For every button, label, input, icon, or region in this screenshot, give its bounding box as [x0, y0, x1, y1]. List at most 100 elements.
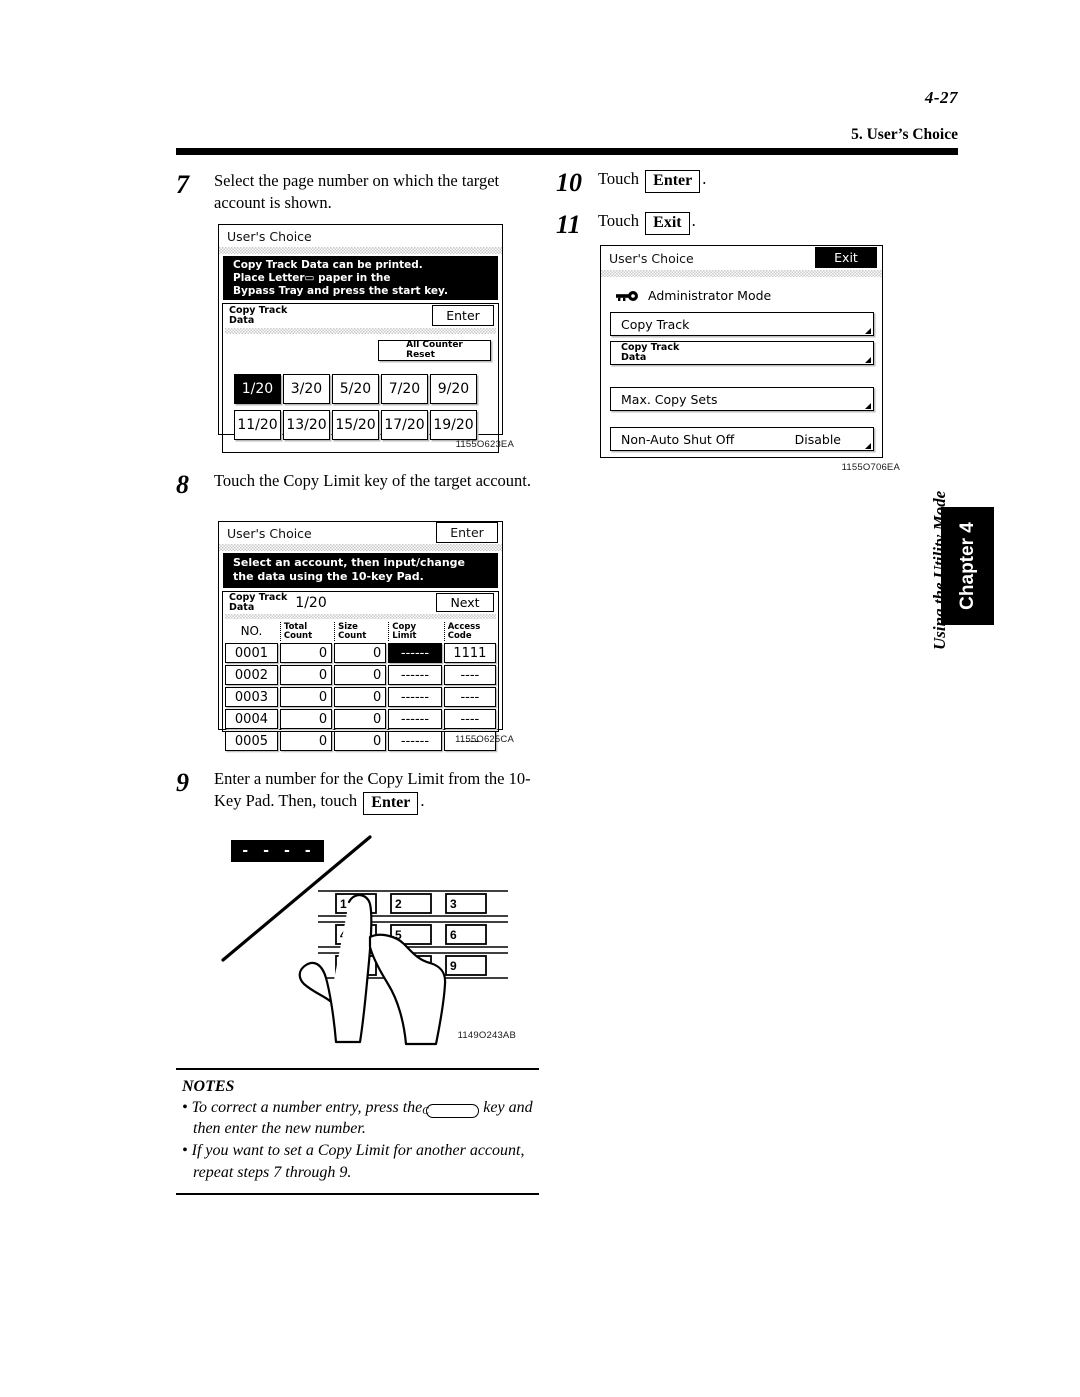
lcd-title: User's Choice	[227, 228, 312, 244]
exit-key-inline[interactable]: Exit	[645, 212, 690, 235]
corner-marker	[865, 403, 871, 409]
page-key-9-20[interactable]: 9/20	[430, 374, 477, 405]
lcd-section-header: Copy Track Data Enter	[223, 304, 498, 328]
note-1-before: To correct a number entry, press the	[191, 1098, 423, 1116]
page-key-11-20[interactable]: 11/20	[234, 410, 281, 441]
lcd-section-header: Copy Track Data 1/20 Next	[223, 592, 498, 614]
list-item-label: Non-Auto Shut Off	[621, 431, 735, 447]
cell-size-count[interactable]: 0	[334, 643, 387, 664]
step-10-text-after: .	[702, 169, 707, 188]
keypad-key-3: 3	[450, 897, 457, 911]
step-9-text: Enter a number for the Copy Limit from t…	[214, 768, 549, 816]
lcd-title: User's Choice	[227, 525, 312, 541]
section-divider	[225, 613, 496, 619]
step-7-text: Select the page number on which the targ…	[214, 171, 500, 213]
all-counter-reset-button[interactable]: All Counter Reset	[378, 340, 491, 362]
page-key-13-20[interactable]: 13/20	[283, 410, 330, 441]
figure-copy-track-pages: User's Choice Copy Track Data can be pri…	[218, 224, 514, 454]
chapter-subtitle: Using the Utility Mode	[930, 490, 949, 650]
key-icon	[616, 290, 638, 301]
figure-keypad: - - - - 1 2 3 5 6 9 1149O243AB	[218, 832, 518, 1047]
keypad-key-1: 1	[340, 897, 347, 911]
lcd-title: User's Choice	[609, 250, 694, 266]
notes-bottom-rule	[176, 1192, 539, 1195]
figure-code: 1155O625CA	[455, 734, 514, 745]
list-item-value: Disable	[794, 431, 841, 447]
table-row: 0002 0 0 ------ ----	[225, 665, 496, 686]
table-header-row: NO. Total Count Size Count Copy Limit Ac…	[225, 621, 496, 642]
cell-no[interactable]: 0005	[225, 731, 278, 752]
page-key-17-20[interactable]: 17/20	[381, 410, 428, 441]
lcd-titlebar: User's Choice Enter	[219, 522, 502, 544]
note-item-1: • To correct a number entry, press the C…	[182, 1098, 533, 1138]
cell-total-count[interactable]: 0	[279, 687, 333, 708]
lcd-titlebar: User's Choice	[219, 225, 502, 247]
lcd-content-panel: Copy Track Data Enter All Counter Reset …	[222, 303, 499, 454]
cell-copy-limit[interactable]: ------	[388, 709, 442, 730]
step-11-text-before: Touch	[598, 211, 640, 230]
corner-marker	[865, 357, 871, 363]
cell-copy-limit[interactable]: ------	[388, 665, 442, 686]
page-key-15-20[interactable]: 15/20	[332, 410, 379, 441]
lcd-message-line-3: Bypass Tray and press the start key.	[233, 284, 448, 297]
next-button[interactable]: Next	[436, 592, 494, 612]
clear-key-icon[interactable]: C	[422, 1103, 480, 1118]
col-copy-limit: Copy Limit	[388, 621, 441, 642]
cell-size-count[interactable]: 0	[334, 709, 387, 730]
cell-access-code[interactable]: ----	[443, 665, 496, 686]
cell-access-code[interactable]: ----	[443, 709, 496, 730]
section-divider	[225, 328, 496, 335]
keypad-illustration: 1 2 3 4 5 6 7 9	[221, 835, 508, 1046]
administrator-mode-label: Administrator Mode	[648, 288, 772, 303]
administrator-mode-row: Administrator Mode	[615, 288, 882, 303]
cell-no[interactable]: 0001	[225, 643, 278, 664]
col-access-code: Access Code	[443, 621, 496, 642]
manual-page: 4-27 5. User’s Choice 7 Select the page …	[0, 0, 1080, 1397]
cell-total-count[interactable]: 0	[279, 709, 333, 730]
page-key-3-20[interactable]: 3/20	[283, 374, 330, 405]
cell-size-count[interactable]: 0	[334, 731, 387, 752]
list-item-max-copy-sets[interactable]: Max. Copy Sets	[610, 387, 874, 411]
page-key-1-20[interactable]: 1/20	[234, 374, 281, 405]
enter-key-inline[interactable]: Enter	[645, 170, 701, 193]
exit-button[interactable]: Exit	[815, 247, 877, 268]
page-key-19-20[interactable]: 19/20	[430, 410, 477, 441]
page-key-5-20[interactable]: 5/20	[332, 374, 379, 405]
list-item-copy-track-data[interactable]: Copy Track Data	[610, 341, 874, 365]
cell-no[interactable]: 0003	[225, 687, 278, 708]
cell-no[interactable]: 0002	[225, 665, 278, 686]
cell-access-code[interactable]: 1111	[443, 643, 496, 664]
table-row: 0004 0 0 ------ ----	[225, 709, 496, 730]
enter-button[interactable]: Enter	[432, 305, 494, 327]
page-number: 4-27	[924, 88, 958, 107]
figure-admin-mode: User's Choice Exit Administrator Mode Co…	[600, 245, 900, 473]
keypad-key-9: 9	[450, 959, 457, 973]
page-indicator: 1/20	[295, 594, 327, 611]
cell-total-count[interactable]: 0	[279, 643, 333, 664]
list-item-label: Max. Copy Sets	[621, 391, 718, 407]
cell-total-count[interactable]: 0	[279, 665, 333, 686]
note-2-text: If you want to set a Copy Limit for anot…	[191, 1142, 525, 1181]
cell-size-count[interactable]: 0	[334, 687, 387, 708]
notes-block: NOTES • To correct a number entry, press…	[176, 1068, 539, 1195]
enter-key-inline[interactable]: Enter	[363, 792, 419, 816]
lcd-message-line-1: Select an account, then input/change	[233, 556, 465, 569]
enter-button[interactable]: Enter	[436, 522, 498, 543]
step-10-text-before: Touch	[598, 169, 640, 188]
section-label: Copy Track Data	[229, 305, 288, 327]
cell-size-count[interactable]: 0	[334, 665, 387, 686]
page-key-7-20[interactable]: 7/20	[381, 374, 428, 405]
list-item-copy-track[interactable]: Copy Track	[610, 312, 874, 336]
step-9-number: 9	[176, 768, 189, 797]
cell-copy-limit[interactable]: ------	[388, 687, 442, 708]
step-11-number: 11	[556, 210, 581, 239]
cell-access-code[interactable]: ----	[443, 687, 496, 708]
step-7-number: 7	[176, 170, 189, 199]
step-11-text-after: .	[691, 211, 696, 230]
list-item-non-auto-shut-off[interactable]: Non-Auto Shut Off Disable	[610, 427, 874, 451]
lcd-title-divider	[219, 544, 502, 551]
cell-total-count[interactable]: 0	[279, 731, 333, 752]
cell-copy-limit[interactable]: ------	[388, 731, 442, 752]
cell-no[interactable]: 0004	[225, 709, 278, 730]
cell-copy-limit[interactable]: ------	[388, 643, 442, 664]
